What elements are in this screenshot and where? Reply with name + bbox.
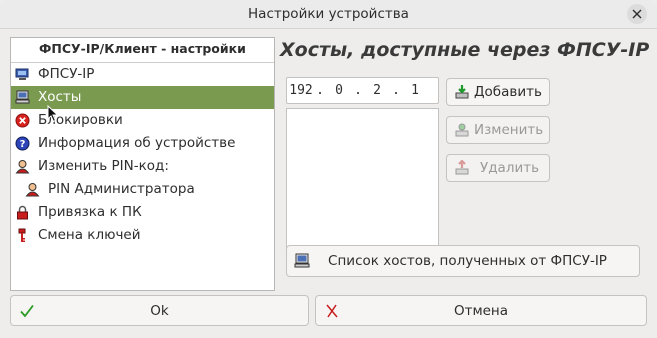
block-icon: [15, 113, 30, 128]
admin-user-icon: [25, 183, 40, 197]
add-button-label: Добавить: [474, 84, 542, 100]
host-list-button-label: Список хостов, полученных от ФПСУ-IP: [328, 253, 607, 269]
user-icon: [15, 160, 30, 174]
nav-item-label: Привязка к ПК: [38, 204, 142, 220]
tree-header: ФПСУ-IP/Клиент - настройки: [11, 38, 274, 63]
add-host-icon: [455, 85, 469, 99]
nav-item-device-info[interactable]: ? Информация об устройстве: [11, 132, 274, 155]
ok-button[interactable]: Ok: [10, 295, 309, 326]
panel-title: Хосты, доступные через ФПСУ-IP: [280, 39, 650, 61]
info-icon: ?: [15, 136, 30, 151]
close-button[interactable]: [627, 4, 647, 24]
nav-item-label: Изменить PIN-код:: [38, 158, 169, 174]
hosts-panel: Хосты, доступные через ФПСУ-IP 192 . 0 .…: [280, 37, 650, 289]
close-icon: [632, 9, 642, 19]
computer-icon: [294, 253, 310, 268]
ip-address-input[interactable]: 192 . 0 . 2 . 1: [286, 77, 439, 104]
settings-tree: ФПСУ-IP/Клиент - настройки ФПСУ-IP Хосты…: [10, 37, 275, 291]
ip-octet-3[interactable]: 2: [363, 83, 391, 98]
key-icon: [18, 228, 26, 242]
ip-octet-1[interactable]: 192: [287, 83, 315, 98]
ip-dot: .: [392, 83, 400, 98]
ip-dot: .: [354, 83, 362, 98]
svg-text:?: ?: [20, 139, 26, 150]
delete-button-label: Удалить: [480, 160, 540, 176]
lock-icon: [17, 205, 28, 220]
mouse-pointer-icon: [47, 105, 59, 123]
nav-item-label: Информация об устройстве: [38, 135, 236, 151]
delete-button[interactable]: Удалить: [446, 154, 550, 182]
ip-octet-2[interactable]: 0: [325, 83, 353, 98]
ip-dot: .: [316, 83, 324, 98]
cancel-button-label: Отмена: [453, 302, 509, 319]
settings-dialog: Настройки устройства ФПСУ-IP/Клиент - на…: [0, 0, 657, 338]
nav-item-key-change[interactable]: Смена ключей: [11, 224, 274, 247]
edit-button-label: Изменить: [474, 122, 544, 138]
nav-item-label: PIN Администратора: [48, 181, 195, 197]
nav-item-label: Смена ключей: [38, 227, 141, 243]
title-bar: Настройки устройства: [0, 0, 657, 29]
computer-icon: [15, 90, 30, 104]
ok-button-label: Ok: [150, 302, 169, 319]
nav-item-label: Хосты: [38, 89, 82, 105]
nav-item-fpsu[interactable]: ФПСУ-IP: [11, 63, 274, 86]
monitor-icon: [15, 68, 29, 80]
window-title: Настройки устройства: [248, 6, 409, 22]
nav-item-label: ФПСУ-IP: [38, 66, 95, 82]
edit-button[interactable]: Изменить: [446, 116, 550, 144]
host-list-button[interactable]: Список хостов, полученных от ФПСУ-IP: [286, 245, 640, 277]
ip-octet-4[interactable]: 1: [401, 83, 429, 98]
edit-host-icon: [455, 123, 469, 137]
nav-item-change-pin[interactable]: Изменить PIN-код:: [11, 155, 274, 178]
add-button[interactable]: Добавить: [446, 78, 550, 106]
cancel-button[interactable]: Отмена: [315, 295, 647, 326]
delete-host-icon: [455, 160, 469, 175]
nav-item-admin-pin[interactable]: PIN Администратора: [11, 178, 274, 201]
nav-item-pc-binding[interactable]: Привязка к ПК: [11, 201, 274, 224]
